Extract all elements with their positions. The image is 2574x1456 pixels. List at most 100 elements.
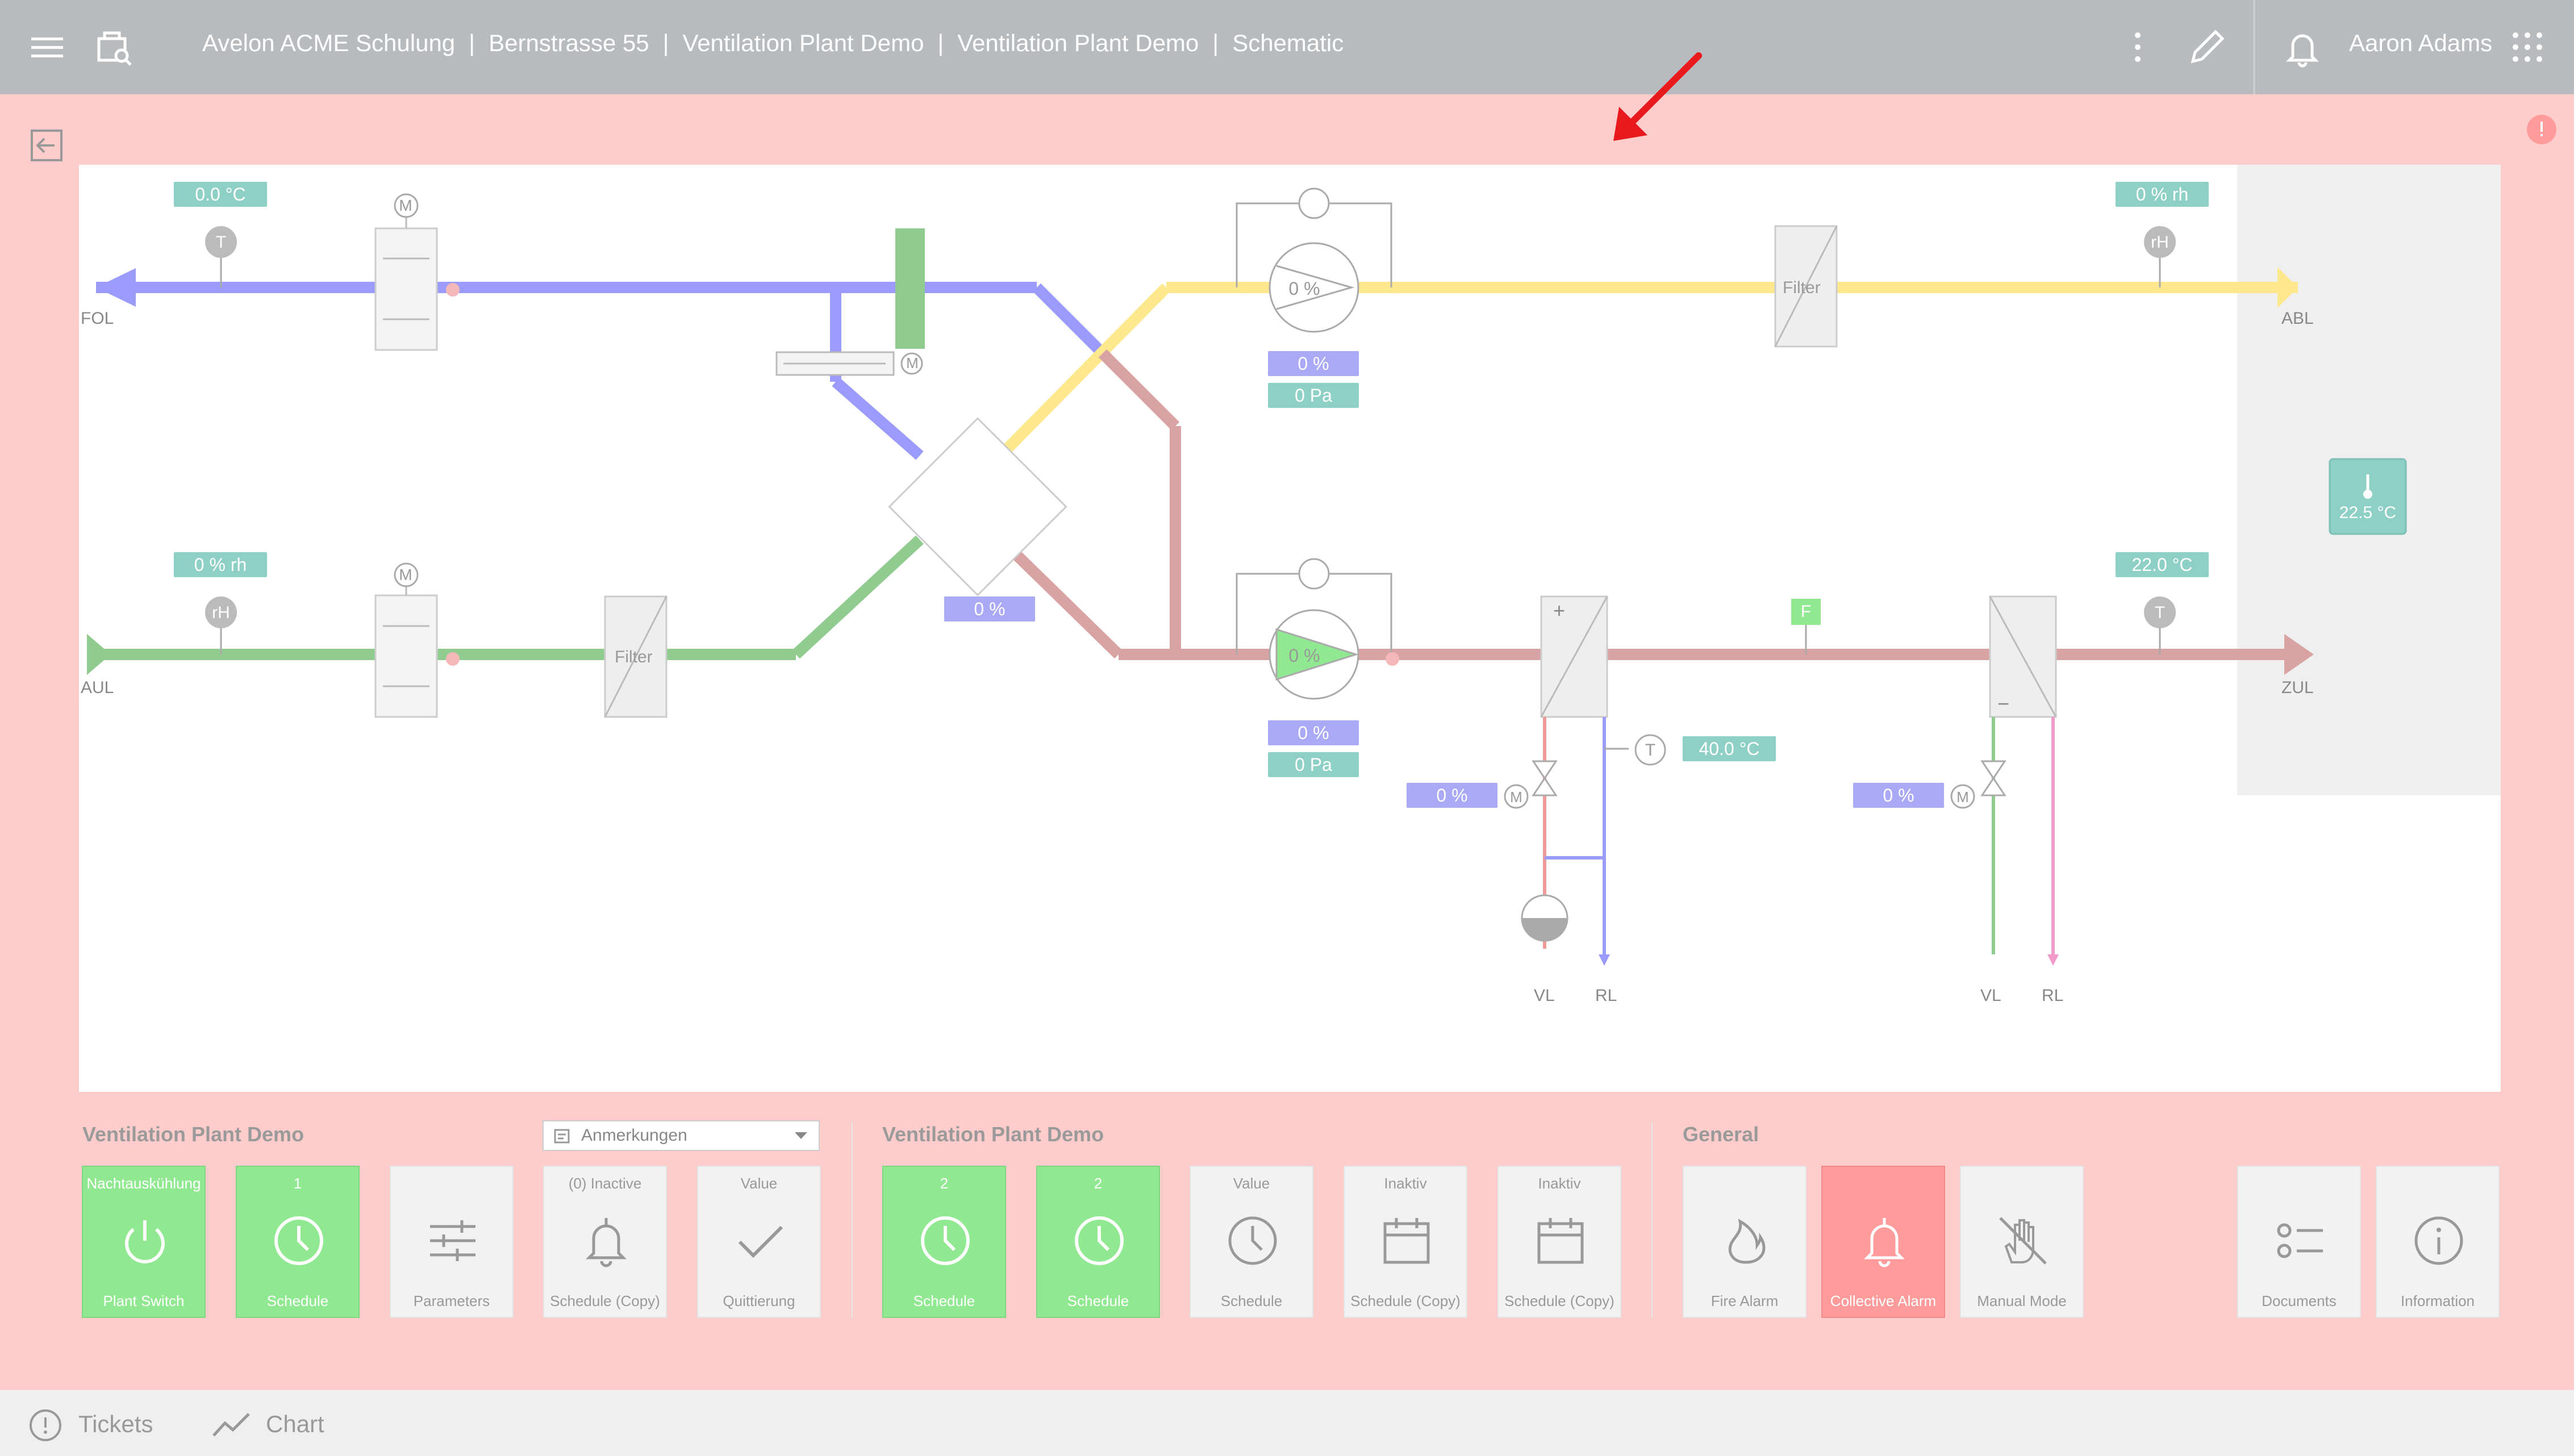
abl-humidity-value[interactable]: 0 % rh bbox=[2116, 182, 2209, 207]
schedule-tile[interactable]: 2 Schedule bbox=[1036, 1166, 1160, 1318]
cooling-valve-value[interactable]: 0 % bbox=[1853, 783, 1944, 808]
supply-fan-speed: 0 % bbox=[1288, 645, 1320, 666]
aul-label: AUL bbox=[81, 678, 114, 697]
fire-icon bbox=[1728, 1219, 1766, 1264]
chevron-down-icon bbox=[795, 1132, 807, 1139]
check-icon bbox=[738, 1225, 783, 1258]
aul-humidity-value[interactable]: 0 % rh bbox=[174, 552, 267, 577]
annotation-arrow-icon bbox=[1613, 52, 1702, 141]
clock-icon bbox=[921, 1216, 970, 1265]
abl-rh-label: rH bbox=[2151, 233, 2169, 252]
supply-dp-label: Δp bbox=[1303, 560, 1326, 582]
damper-fol-m-label: M bbox=[399, 197, 412, 214]
cooling-rl-label: RL bbox=[2042, 986, 2064, 1005]
damper-aul bbox=[374, 562, 460, 718]
cooling-minus-label: − bbox=[1997, 692, 2010, 715]
calendar-icon bbox=[1537, 1218, 1584, 1264]
abl-label: ABL bbox=[2281, 309, 2314, 328]
clock-icon bbox=[274, 1216, 323, 1265]
section-title-plant-2: Ventilation Plant Demo bbox=[882, 1123, 1104, 1146]
heat-recovery-value[interactable]: 0 % bbox=[944, 596, 1035, 621]
topbar-divider bbox=[2253, 0, 2255, 94]
schedule-tile[interactable]: 2 Schedule bbox=[882, 1166, 1006, 1318]
supply-fan-pressure[interactable]: 0 Pa bbox=[1268, 752, 1359, 777]
heating-vl-label: VL bbox=[1534, 986, 1555, 1005]
filter-aul-label: Filter bbox=[615, 648, 653, 666]
search-building-icon[interactable] bbox=[90, 23, 139, 72]
zul-temp-value[interactable]: 22.0 °C bbox=[2116, 552, 2209, 577]
schedule-tile[interactable]: Value Schedule bbox=[1190, 1166, 1313, 1318]
breadcrumb-item[interactable]: Bernstrasse 55 bbox=[489, 30, 649, 56]
bell-icon bbox=[1863, 1218, 1905, 1267]
breadcrumb: Avelon ACME Schulung | Bernstrasse 55 | Vent… bbox=[202, 30, 1344, 56]
breadcrumb-item[interactable]: Ventilation Plant Demo bbox=[957, 30, 1199, 56]
exhaust-fan-value[interactable]: 0 % bbox=[1268, 351, 1359, 376]
list-icon bbox=[2277, 1223, 2323, 1258]
bypass-m-label: M bbox=[906, 354, 919, 372]
collapse-panel-icon[interactable] bbox=[28, 127, 65, 164]
hand-off-icon bbox=[1999, 1217, 2047, 1265]
clock-icon bbox=[1228, 1216, 1277, 1265]
quittierung-tile[interactable]: Value Quittierung bbox=[697, 1166, 821, 1318]
zul-t-label: T bbox=[2154, 603, 2166, 622]
cooling-vl-label: VL bbox=[1980, 986, 2001, 1005]
collective-alarm-tile[interactable]: Collective Alarm bbox=[1821, 1166, 1945, 1318]
breadcrumb-item[interactable]: Avelon ACME Schulung bbox=[202, 30, 455, 56]
more-vertical-icon[interactable] bbox=[2113, 23, 2162, 72]
heating-valve-value[interactable]: 0 % bbox=[1407, 783, 1497, 808]
schedule-copy-calendar-tile[interactable]: Inaktiv Schedule (Copy) bbox=[1497, 1166, 1621, 1318]
room-temp-value[interactable]: 22.5 °C bbox=[2330, 503, 2406, 523]
information-tile[interactable]: Information bbox=[2376, 1166, 2500, 1318]
aul-rh-label: rH bbox=[212, 603, 230, 622]
plant-switch-tile[interactable]: Nachtauskühlung Plant Switch bbox=[82, 1166, 206, 1318]
menu-icon[interactable] bbox=[23, 23, 72, 72]
section-divider bbox=[1651, 1122, 1653, 1318]
zul-arrow bbox=[2284, 634, 2314, 675]
fol-temp-value[interactable]: 0.0 °C bbox=[174, 182, 267, 207]
heating-plus-label: + bbox=[1553, 599, 1566, 622]
bell-icon[interactable] bbox=[2278, 23, 2327, 72]
breadcrumb-item[interactable]: Ventilation Plant Demo bbox=[683, 30, 924, 56]
exhaust-fan-speed: 0 % bbox=[1288, 278, 1320, 299]
fol-arrow bbox=[96, 268, 136, 307]
recirc-damper bbox=[895, 228, 925, 349]
calendar-icon bbox=[1383, 1218, 1430, 1264]
user-name[interactable]: Aaron Adams bbox=[2349, 30, 2492, 57]
section-title-plant: Ventilation Plant Demo bbox=[82, 1123, 304, 1146]
frost-label: F bbox=[1800, 602, 1812, 621]
damper-aul-m-label: M bbox=[399, 566, 412, 583]
bell-icon bbox=[585, 1218, 627, 1267]
alert-circle-icon[interactable] bbox=[28, 1408, 62, 1442]
ventilation-schematic bbox=[87, 187, 2407, 966]
documents-tile[interactable]: Documents bbox=[2237, 1166, 2361, 1318]
zul-label: ZUL bbox=[2281, 678, 2314, 697]
chart-line-icon[interactable] bbox=[211, 1408, 251, 1442]
parameters-tile[interactable]: Parameters bbox=[390, 1166, 514, 1318]
exhaust-dp-label: Δp bbox=[1303, 190, 1326, 211]
note-icon bbox=[554, 1129, 570, 1144]
alarm-indicator-icon[interactable] bbox=[2526, 114, 2558, 145]
edit-pencil-icon[interactable] bbox=[2183, 23, 2231, 72]
section-title-general: General bbox=[1683, 1123, 1759, 1146]
schedule-tile[interactable]: 1 Schedule bbox=[236, 1166, 360, 1318]
fire-alarm-tile[interactable]: Fire Alarm bbox=[1683, 1166, 1807, 1318]
schedule-copy-calendar-tile[interactable]: Inaktiv Schedule (Copy) bbox=[1344, 1166, 1467, 1318]
fol-label: FOL bbox=[81, 309, 114, 328]
dropdown-value: Anmerkungen bbox=[581, 1126, 687, 1145]
apps-grid-icon[interactable] bbox=[2503, 23, 2552, 72]
power-icon bbox=[125, 1220, 165, 1263]
chart-link[interactable]: Chart bbox=[266, 1411, 324, 1438]
annotations-dropdown[interactable]: Anmerkungen bbox=[543, 1120, 820, 1151]
heating-t-label: T bbox=[1645, 741, 1656, 760]
manual-mode-tile[interactable]: Manual Mode bbox=[1960, 1166, 2084, 1318]
schedule-copy-bell-tile[interactable]: (0) Inactive Schedule (Copy) bbox=[543, 1166, 667, 1318]
heating-water-temp[interactable]: 40.0 °C bbox=[1683, 736, 1776, 761]
breadcrumb-item[interactable]: Schematic bbox=[1232, 30, 1344, 56]
supply-fan-value[interactable]: 0 % bbox=[1268, 720, 1359, 745]
filter-abl-label: Filter bbox=[1783, 278, 1821, 297]
exhaust-fan-pressure[interactable]: 0 Pa bbox=[1268, 383, 1359, 408]
tickets-link[interactable]: Tickets bbox=[78, 1411, 153, 1438]
info-icon bbox=[2414, 1216, 2463, 1265]
section-divider bbox=[852, 1122, 853, 1318]
heating-rl-label: RL bbox=[1595, 986, 1617, 1005]
